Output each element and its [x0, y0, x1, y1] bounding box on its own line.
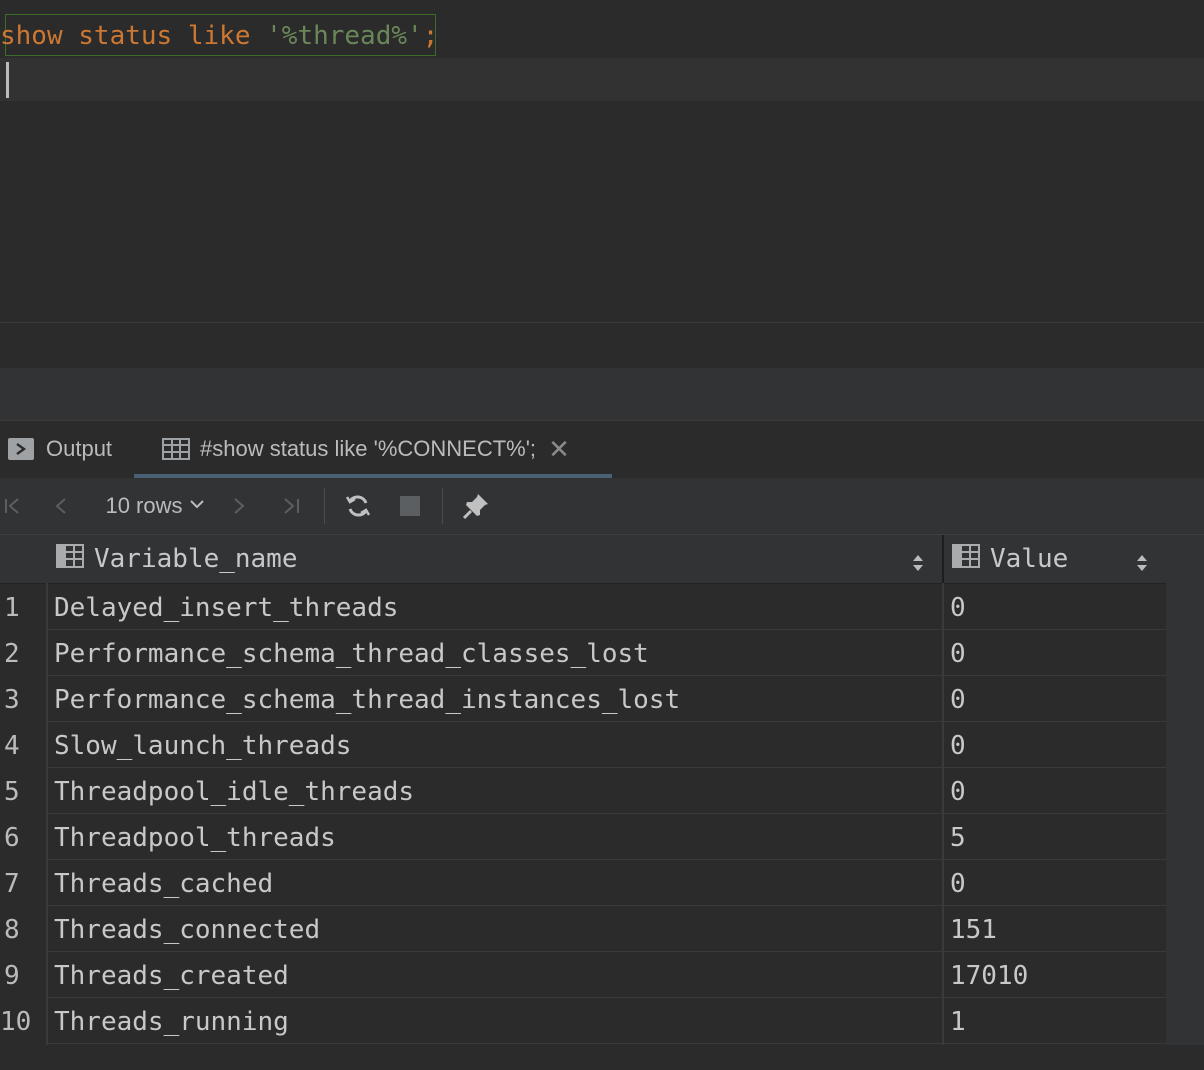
cell-value[interactable]: 0	[944, 723, 1166, 768]
row-number: 8	[0, 907, 46, 953]
cell-value[interactable]: 151	[944, 907, 1166, 952]
pin-icon[interactable]	[456, 478, 496, 534]
console-icon	[8, 438, 34, 460]
grid-header: Variable_name Value	[0, 535, 1166, 584]
cell-variable-name[interactable]: Delayed_insert_threads	[48, 585, 942, 630]
table-row[interactable]: 8 Threads_connected 151	[0, 907, 1166, 953]
gutter-separator	[46, 583, 48, 1045]
result-toolbar: 10 rows	[0, 478, 1204, 535]
last-page-icon[interactable]	[274, 478, 308, 534]
tab-query-result[interactable]: #show status like '%CONNECT%'; ✕	[162, 421, 570, 477]
cell-variable-name[interactable]: Threads_cached	[48, 861, 942, 906]
column-separator[interactable]	[942, 535, 944, 583]
row-number: 5	[0, 769, 46, 815]
rows-count-dropdown[interactable]: 10 rows	[96, 478, 214, 534]
string-literal: '%thread%'	[266, 21, 423, 51]
cell-variable-name[interactable]: Threadpool_threads	[48, 815, 942, 860]
refresh-icon[interactable]	[338, 478, 378, 534]
sql-editor[interactable]: show status like '%thread%';	[0, 0, 1204, 323]
row-number: 7	[0, 861, 46, 907]
column-label-value: Value	[990, 544, 1069, 574]
chevron-down-icon	[189, 497, 205, 515]
row-number: 9	[0, 953, 46, 999]
empty-panel-strip	[0, 368, 1204, 420]
sort-icon[interactable]	[1136, 549, 1148, 580]
table-row[interactable]: 10 Threads_running 1	[0, 999, 1166, 1045]
tab-query-result-label: #show status like '%CONNECT%';	[200, 436, 537, 461]
row-number: 1	[0, 585, 46, 631]
row-number: 4	[0, 723, 46, 769]
grid-empty-area	[1166, 535, 1204, 1045]
table-row[interactable]: 1 Delayed_insert_threads 0	[0, 585, 1166, 631]
text-caret	[6, 62, 9, 98]
close-icon[interactable]: ✕	[548, 434, 570, 465]
table-row[interactable]: 2 Performance_schema_thread_classes_lost…	[0, 631, 1166, 677]
keyword-like: like	[187, 21, 251, 51]
column-header-variable-name[interactable]: Variable_name	[56, 535, 940, 583]
first-page-icon[interactable]	[0, 478, 26, 534]
cell-value[interactable]: 0	[944, 861, 1166, 906]
cell-value[interactable]: 0	[944, 677, 1166, 722]
table-row[interactable]: 3 Performance_schema_thread_instances_lo…	[0, 677, 1166, 723]
rows-count-label: 10 rows	[105, 493, 183, 518]
keyword-status: status	[78, 21, 173, 51]
statement-terminator: ;	[422, 21, 439, 51]
table-row[interactable]: 6 Threadpool_threads 5	[0, 815, 1166, 861]
table-row[interactable]: 9 Threads_created 17010	[0, 953, 1166, 999]
current-line-highlight	[0, 58, 1204, 101]
table-icon	[162, 438, 190, 460]
cell-value[interactable]: 17010	[944, 953, 1166, 998]
table-row[interactable]: 7 Threads_cached 0	[0, 861, 1166, 907]
cell-variable-name[interactable]: Performance_schema_thread_instances_lost	[48, 677, 942, 722]
column-header-value[interactable]: Value	[952, 535, 1164, 583]
cell-value[interactable]: 0	[944, 769, 1166, 814]
cell-variable-name[interactable]: Threads_running	[48, 999, 942, 1044]
cell-variable-name[interactable]: Threads_connected	[48, 907, 942, 952]
row-number: 10	[0, 999, 46, 1045]
previous-page-icon[interactable]	[46, 478, 76, 534]
code-line-1[interactable]: show status like '%thread%';	[0, 14, 438, 58]
table-row[interactable]: 4 Slow_launch_threads 0	[0, 723, 1166, 769]
column-icon	[952, 543, 980, 575]
cell-variable-name[interactable]: Performance_schema_thread_classes_lost	[48, 631, 942, 676]
results-tab-bar: Output #show status like '%CONNECT%'; ✕	[0, 421, 1204, 477]
table-row[interactable]: 5 Threadpool_idle_threads 0	[0, 769, 1166, 815]
column-divider	[942, 583, 944, 1045]
cell-value[interactable]: 5	[944, 815, 1166, 860]
row-number: 3	[0, 677, 46, 723]
row-number: 2	[0, 631, 46, 677]
cell-value[interactable]: 0	[944, 585, 1166, 630]
cell-variable-name[interactable]: Threadpool_idle_threads	[48, 769, 942, 814]
next-page-icon[interactable]	[224, 478, 254, 534]
row-number: 6	[0, 815, 46, 861]
cell-variable-name[interactable]: Threads_created	[48, 953, 942, 998]
sort-icon[interactable]	[912, 549, 924, 580]
editor-divider[interactable]	[0, 322, 1204, 323]
tab-output[interactable]: Output	[8, 421, 112, 477]
stop-icon[interactable]	[392, 478, 428, 534]
keyword-show: show	[0, 21, 63, 51]
cell-value[interactable]: 1	[944, 999, 1166, 1044]
cell-variable-name[interactable]: Slow_launch_threads	[48, 723, 942, 768]
column-icon	[56, 543, 84, 575]
grid-bottom-area	[0, 1045, 1204, 1070]
toolbar-separator	[324, 488, 325, 524]
cell-value[interactable]: 0	[944, 631, 1166, 676]
tab-output-label: Output	[46, 436, 113, 461]
toolbar-separator-2	[442, 488, 443, 524]
column-label-variable-name: Variable_name	[94, 544, 298, 574]
